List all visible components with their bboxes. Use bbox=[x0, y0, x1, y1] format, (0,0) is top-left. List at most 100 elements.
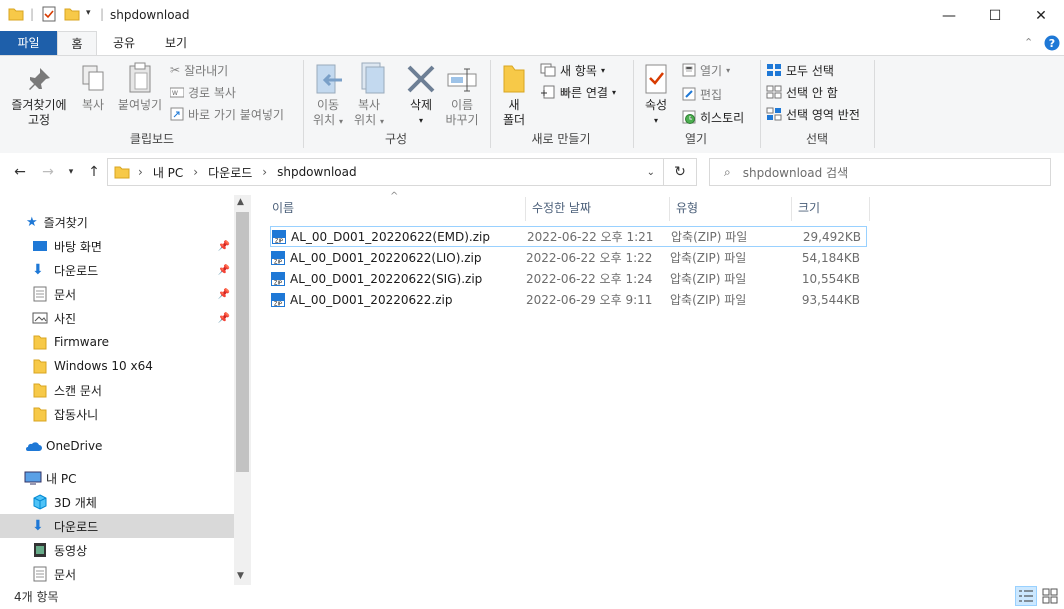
paste-button[interactable]: 붙여넣기 bbox=[114, 98, 166, 113]
nav-item-documents[interactable]: 문서 📌 bbox=[0, 282, 234, 306]
address-bar[interactable]: › 내 PC › 다운로드 › shpdownload ⌄ bbox=[107, 158, 664, 186]
file-row[interactable]: ZIP AL_00_D001_20220622(SIG).zip 2022-06-… bbox=[270, 268, 867, 289]
address-dropdown-icon[interactable]: ⌄ bbox=[647, 167, 655, 178]
nav-item-label: 스캔 문서 bbox=[54, 383, 102, 398]
nav-pc-3d-objects[interactable]: 3D 개체 bbox=[0, 490, 234, 514]
tab-file[interactable]: 파일 bbox=[0, 31, 57, 55]
zip-file-icon: ZIP bbox=[271, 250, 285, 265]
cut-button[interactable]: ✂ 잘라내기 bbox=[170, 60, 228, 80]
refresh-icon[interactable]: ↻ bbox=[664, 158, 697, 186]
nav-pc-documents[interactable]: 문서 bbox=[0, 562, 234, 586]
breadcrumb-shpdownload[interactable]: shpdownload bbox=[277, 165, 357, 179]
pin-to-quick-access-label-1: 즐겨찾기에 bbox=[11, 98, 67, 112]
properties-button[interactable]: 속성 ▾ bbox=[638, 98, 674, 128]
pin-to-quick-access-button[interactable]: 즐겨찾기에 고정 bbox=[4, 98, 74, 128]
nav-item-label: 다운로드 bbox=[54, 263, 99, 278]
nav-onedrive[interactable]: OneDrive bbox=[0, 434, 234, 458]
nav-item-pictures[interactable]: 사진 📌 bbox=[0, 306, 234, 330]
breadcrumb-separator-icon: › bbox=[262, 165, 268, 179]
select-all-label: 모두 선택 bbox=[786, 63, 834, 78]
open-button[interactable]: 열기 ▾ bbox=[682, 60, 730, 80]
copy-button[interactable]: 복사 bbox=[76, 98, 110, 113]
properties-check-icon[interactable] bbox=[41, 6, 57, 22]
nav-item-firmware[interactable]: Firmware bbox=[0, 330, 234, 354]
folder-icon bbox=[33, 359, 47, 374]
tab-home[interactable]: 홈 bbox=[57, 31, 97, 56]
select-all-button[interactable]: 모두 선택 bbox=[766, 60, 834, 80]
file-row[interactable]: ZIP AL_00_D001_20220622(LIO).zip 2022-06-… bbox=[270, 247, 867, 268]
file-type: 압축(ZIP) 파일 bbox=[670, 272, 747, 286]
move-to-button[interactable]: 이동 위치 ▾ bbox=[308, 98, 348, 129]
column-header-type[interactable]: 유형 bbox=[670, 197, 792, 221]
forward-arrow-icon[interactable]: → bbox=[38, 158, 58, 186]
file-size: 29,492KB bbox=[802, 229, 861, 244]
invert-selection-button[interactable]: 선택 영역 반전 bbox=[766, 104, 860, 124]
nav-pc-videos[interactable]: 동영상 bbox=[0, 538, 234, 562]
up-arrow-icon[interactable]: ↑ bbox=[84, 158, 104, 186]
details-view-icon[interactable] bbox=[1015, 586, 1037, 606]
maximize-button[interactable]: ☐ bbox=[972, 0, 1018, 31]
svg-text:ZIP: ZIP bbox=[274, 301, 282, 307]
nav-item-label: 3D 개체 bbox=[54, 495, 97, 510]
tab-share[interactable]: 공유 bbox=[104, 31, 144, 55]
file-type: 압축(ZIP) 파일 bbox=[670, 293, 747, 307]
delete-button[interactable]: 삭제 ▾ bbox=[400, 98, 442, 128]
copy-to-button[interactable]: 복사 위치 ▾ bbox=[349, 98, 389, 129]
search-input[interactable]: ⌕ shpdownload 검색 bbox=[709, 158, 1051, 186]
paste-shortcut-icon bbox=[170, 107, 184, 121]
file-row[interactable]: ZIP AL_00_D001_20220622(EMD).zip 2022-06-… bbox=[270, 226, 867, 247]
close-button[interactable]: ✕ bbox=[1018, 0, 1064, 31]
copy-path-button[interactable]: W 경로 복사 bbox=[170, 82, 236, 102]
file-date: 2022-06-22 오후 1:21 bbox=[527, 230, 654, 244]
back-arrow-icon[interactable]: ← bbox=[10, 158, 30, 186]
nav-this-pc[interactable]: 내 PC bbox=[0, 466, 234, 490]
copy-to-label-2: 위치 bbox=[354, 113, 377, 127]
new-item-button[interactable]: 새 항목 ▾ bbox=[540, 60, 605, 80]
new-folder-button[interactable]: 새 폴더 bbox=[496, 98, 532, 128]
nav-item-desktop[interactable]: 바탕 화면 📌 bbox=[0, 234, 234, 258]
easy-access-button[interactable]: 빠른 연결 ▾ bbox=[540, 82, 616, 102]
pin-icon: 📌 bbox=[217, 312, 230, 324]
document-icon bbox=[33, 566, 47, 582]
large-icons-view-icon[interactable] bbox=[1040, 586, 1060, 606]
nav-quick-access[interactable]: ★ 즐겨찾기 bbox=[0, 210, 234, 234]
help-icon[interactable]: ? bbox=[1044, 35, 1060, 51]
new-folder-icon bbox=[503, 65, 525, 93]
nav-item-downloads[interactable]: ⬇ 다운로드 📌 bbox=[0, 258, 234, 282]
delete-label: 삭제 bbox=[409, 98, 433, 112]
column-header-name[interactable]: 이름 bbox=[266, 197, 526, 221]
qat-separator: | bbox=[100, 7, 105, 21]
new-item-label: 새 항목 bbox=[560, 63, 597, 78]
column-header-date[interactable]: 수정한 날짜 bbox=[526, 197, 670, 221]
nav-pc-downloads[interactable]: ⬇ 다운로드 bbox=[0, 514, 234, 538]
edit-button[interactable]: 편집 bbox=[682, 84, 722, 104]
file-row[interactable]: ZIP AL_00_D001_20220622.zip 2022-06-29 오후… bbox=[270, 289, 867, 310]
nav-item-misc[interactable]: 잡동사니 bbox=[0, 402, 234, 426]
qat-dropdown-icon[interactable]: ▾ bbox=[86, 8, 91, 18]
nav-pane-scroll-thumb[interactable] bbox=[236, 212, 249, 472]
breadcrumb-this-pc[interactable]: 내 PC bbox=[153, 164, 183, 181]
collapse-ribbon-icon[interactable]: ⌃ bbox=[1024, 36, 1033, 49]
zip-file-icon: ZIP bbox=[271, 292, 285, 307]
scroll-up-icon[interactable]: ▲ bbox=[237, 197, 244, 207]
nav-item-scan-docs[interactable]: 스캔 문서 bbox=[0, 378, 234, 402]
organize-group-label: 구성 bbox=[384, 132, 408, 146]
easy-access-label: 빠른 연결 bbox=[560, 85, 608, 100]
rename-button[interactable]: 이름 바꾸기 bbox=[440, 98, 484, 128]
minimize-button[interactable]: — bbox=[926, 0, 972, 31]
nav-item-windows10[interactable]: Windows 10 x64 bbox=[0, 354, 234, 378]
file-size: 93,544KB bbox=[801, 292, 860, 307]
scroll-down-icon[interactable]: ▼ bbox=[237, 571, 244, 581]
paste-shortcut-button[interactable]: 바로 가기 붙여넣기 bbox=[170, 104, 284, 124]
copy-icon bbox=[82, 65, 104, 91]
pin-icon: 📌 bbox=[217, 264, 230, 276]
history-button[interactable]: 히스토리 bbox=[682, 107, 744, 127]
breadcrumb-downloads[interactable]: 다운로드 bbox=[208, 164, 252, 181]
recent-locations-icon[interactable]: ▾ bbox=[64, 158, 78, 186]
select-none-button[interactable]: 선택 안 함 bbox=[766, 82, 838, 102]
select-none-label: 선택 안 함 bbox=[786, 85, 838, 100]
tab-view[interactable]: 보기 bbox=[156, 31, 196, 55]
new-folder-qat-icon[interactable] bbox=[64, 6, 80, 22]
file-name: AL_00_D001_20220622(SIG).zip bbox=[290, 271, 483, 286]
column-header-size[interactable]: 크기 bbox=[792, 197, 870, 221]
